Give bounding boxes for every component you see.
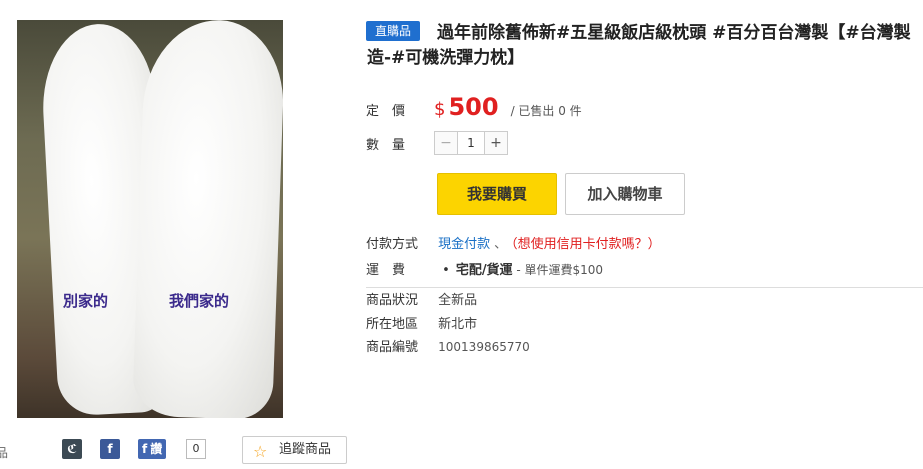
quantity-label: 數 量 <box>366 137 406 153</box>
condition-row: 商品狀況 全新品 <box>366 289 477 308</box>
payment-row: 付款方式 現金付款、（想使用信用卡付款嗎？） <box>366 233 661 252</box>
add-to-cart-button[interactable]: 加入購物車 <box>565 173 685 215</box>
product-id-row: 商品編號 100139865770 <box>366 336 530 355</box>
star-icon: ☆ <box>253 442 268 461</box>
image-caption-ours: 我們家的 <box>169 292 230 310</box>
product-id-value: 100139865770 <box>438 340 530 354</box>
buy-now-button[interactable]: 我要購買 <box>437 173 557 215</box>
credit-card-link[interactable]: （想使用信用卡付款嗎？） <box>511 237 661 252</box>
pillow-right <box>132 20 283 418</box>
facebook-like-button[interactable]: f 讚 <box>138 439 167 459</box>
track-product-button[interactable]: ☆ 追蹤商品 <box>242 436 347 464</box>
condition-value: 全新品 <box>438 293 478 308</box>
facebook-like-icon: f <box>142 442 148 456</box>
price-row: 定 價 $ 500 / 已售出 0 件 <box>366 93 582 123</box>
price-label: 定 價 <box>366 104 406 119</box>
product-title: 過年前除舊佈新#五星級飯店級枕頭 #百分百台灣製【#台灣製造-#可機洗彈力枕】 <box>367 23 911 68</box>
image-caption-others: 別家的 <box>63 292 109 310</box>
shipping-bullet: • <box>442 263 450 278</box>
price-currency: $ <box>434 99 446 120</box>
shipping-label: 運 費 <box>366 263 406 278</box>
product-image[interactable]: 別家的 我們家的 <box>17 20 283 418</box>
payment-separator: 、 <box>494 237 508 252</box>
location-label: 所在地區 <box>366 317 419 332</box>
sold-count: / 已售出 0 件 <box>510 104 582 118</box>
payment-label: 付款方式 <box>366 237 419 252</box>
product-id-label: 商品編號 <box>366 340 419 355</box>
payment-method-link[interactable]: 現金付款 <box>438 237 490 252</box>
track-product-label: 追蹤商品 <box>279 442 332 457</box>
quantity-stepper: − 1 + <box>434 131 508 155</box>
quantity-decrease-button[interactable]: − <box>435 132 457 154</box>
quantity-increase-button[interactable]: + <box>485 132 507 154</box>
shipping-row: 運 費 • 宅配/貨運 - 單件運費$100 <box>366 259 923 288</box>
shipping-fee: - 單件運費$100 <box>512 263 604 277</box>
quantity-input[interactable]: 1 <box>457 132 485 154</box>
price-amount: 500 <box>448 93 499 121</box>
location-row: 所在地區 新北市 <box>366 313 477 332</box>
plurk-share-icon[interactable]: ℭ <box>62 439 82 459</box>
share-label: 品 <box>0 446 9 460</box>
shipping-method: 宅配/貨運 <box>455 263 513 278</box>
facebook-share-icon[interactable]: f <box>100 439 120 459</box>
location-value: 新北市 <box>438 317 478 332</box>
share-bar: 品 ℭ f f 讚 0 ☆ 追蹤商品 <box>0 436 360 464</box>
quantity-row: 數 量 − 1 + <box>366 131 508 155</box>
facebook-like-label: 讚 <box>150 442 163 456</box>
condition-label: 商品狀況 <box>366 293 419 308</box>
like-count: 0 <box>186 439 206 459</box>
